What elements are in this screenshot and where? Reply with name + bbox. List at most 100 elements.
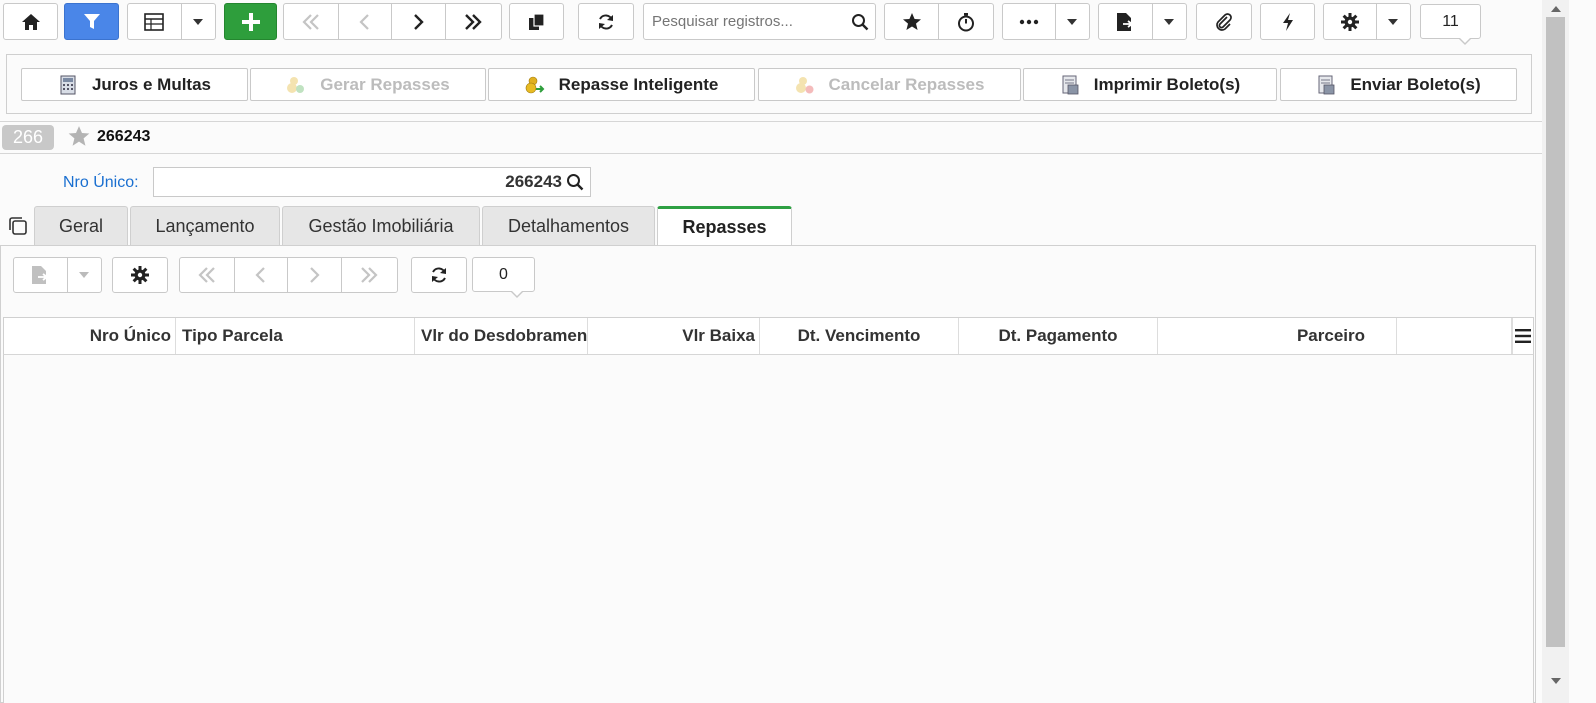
export-icon	[32, 266, 49, 284]
copy-tabs-icon[interactable]	[7, 215, 29, 237]
first-record-button[interactable]	[284, 4, 339, 39]
chevron-down-icon	[1067, 18, 1078, 25]
sub-refresh-button[interactable]	[411, 257, 467, 293]
actions-button[interactable]	[1260, 3, 1315, 40]
attachment-button[interactable]	[1196, 3, 1252, 40]
col-spacer	[1397, 318, 1512, 354]
record-favorite-star-icon[interactable]	[67, 125, 91, 148]
export-dropdown[interactable]	[1098, 3, 1187, 40]
search-icon[interactable]	[566, 173, 584, 191]
enviar-boleto-label: Enviar Boleto(s)	[1350, 74, 1481, 94]
refresh-icon	[432, 267, 446, 283]
more-button[interactable]	[1003, 4, 1056, 39]
col-vlr-desdobramento[interactable]: Vlr do Desdobramento	[415, 318, 588, 354]
record-id: 266243	[97, 128, 151, 145]
chevron-down-icon	[1388, 18, 1399, 25]
home-button[interactable]	[3, 3, 58, 40]
filter-icon	[83, 13, 100, 29]
scroll-up-arrow-icon[interactable]	[1551, 6, 1561, 12]
more-icon	[1019, 19, 1039, 24]
col-vlr-baixa[interactable]: Vlr Baixa	[588, 318, 760, 354]
gerar-repasses-button[interactable]: Gerar Repasses	[250, 68, 486, 101]
imprimir-boleto-button[interactable]: Imprimir Boleto(s)	[1023, 68, 1277, 101]
record-count: 11	[1442, 12, 1459, 30]
table-view-caret[interactable]	[182, 4, 215, 39]
grid-body	[3, 355, 1534, 703]
send-document-icon	[1318, 75, 1335, 94]
first-icon	[302, 13, 319, 30]
table-icon	[144, 12, 165, 31]
next-icon	[414, 13, 424, 30]
add-button[interactable]	[224, 3, 277, 40]
gear-icon	[1340, 12, 1359, 31]
coins-icon	[287, 76, 305, 93]
tab-lancamento[interactable]: Lançamento	[130, 206, 280, 245]
refresh-button[interactable]	[578, 3, 634, 40]
sub-export-caret[interactable]	[68, 258, 101, 292]
stopwatch-icon	[958, 12, 974, 31]
settings-caret[interactable]	[1377, 4, 1410, 39]
scroll-down-arrow-icon[interactable]	[1551, 678, 1561, 684]
search-input[interactable]	[650, 12, 840, 31]
col-vlr-desdobramento-label: Vlr do Desdobramento	[421, 326, 588, 345]
sub-export-dropdown[interactable]	[13, 257, 102, 293]
tab-detalhamentos[interactable]: Detalhamentos	[482, 206, 655, 245]
duplicate-button[interactable]	[509, 3, 564, 40]
sub-first-button[interactable]	[180, 258, 235, 292]
tab-detalhamentos-label: Detalhamentos	[507, 215, 630, 236]
col-parceiro[interactable]: Parceiro	[1158, 318, 1397, 354]
settings-dropdown[interactable]	[1323, 3, 1411, 40]
col-nro-unico[interactable]: Nro Único	[4, 318, 176, 354]
column-menu-button[interactable]	[1512, 318, 1533, 354]
scrollbar-thumb[interactable]	[1546, 17, 1565, 647]
sub-settings-button[interactable]	[112, 257, 168, 293]
sub-export-button[interactable]	[14, 258, 68, 292]
lightning-icon	[1282, 12, 1293, 31]
table-view-dropdown[interactable]	[127, 3, 216, 40]
col-dt-pagamento[interactable]: Dt. Pagamento	[959, 318, 1158, 354]
more-caret[interactable]	[1056, 4, 1089, 39]
more-dropdown[interactable]	[1002, 3, 1090, 40]
sub-last-button[interactable]	[342, 258, 397, 292]
sub-prev-button[interactable]	[235, 258, 289, 292]
table-view-button[interactable]	[128, 4, 182, 39]
last-record-button[interactable]	[446, 4, 501, 39]
repasse-inteligente-button[interactable]: Repasse Inteligente	[488, 68, 755, 101]
sub-navigation-group	[179, 257, 398, 293]
filter-button[interactable]	[64, 3, 119, 40]
juros-multas-button[interactable]: Juros e Multas	[21, 68, 248, 101]
gear-icon	[131, 266, 149, 284]
badge-pointer-fill	[1459, 37, 1471, 43]
sub-count-badge: 0	[472, 257, 535, 292]
col-dt-pagamento-label: Dt. Pagamento	[998, 326, 1118, 345]
export-button[interactable]	[1099, 4, 1153, 39]
export-caret[interactable]	[1153, 4, 1186, 39]
navigation-group	[283, 3, 502, 40]
prev-record-button[interactable]	[339, 4, 393, 39]
prev-icon	[359, 13, 369, 30]
next-icon	[310, 267, 320, 283]
settings-button[interactable]	[1324, 4, 1377, 39]
tab-repasses[interactable]: Repasses	[657, 206, 792, 246]
juros-multas-label: Juros e Multas	[91, 74, 212, 94]
enviar-boleto-button[interactable]: Enviar Boleto(s)	[1280, 68, 1517, 101]
sub-next-button[interactable]	[288, 258, 342, 292]
next-record-button[interactable]	[392, 4, 446, 39]
last-icon	[465, 13, 482, 30]
record-header-bar	[0, 121, 1542, 154]
tab-gestao-imobiliaria[interactable]: Gestão Imobiliária	[282, 206, 480, 245]
search-box[interactable]	[643, 3, 876, 40]
calculator-icon	[60, 75, 76, 94]
home-icon	[21, 13, 40, 30]
tab-geral[interactable]: Geral	[34, 206, 128, 245]
favorite-button[interactable]	[885, 4, 940, 39]
col-dt-vencimento[interactable]: Dt. Vencimento	[760, 318, 959, 354]
col-tipo-parcela[interactable]: Tipo Parcela	[176, 318, 415, 354]
nro-unico-field[interactable]: 266243	[153, 167, 591, 197]
chevron-down-icon	[193, 18, 204, 25]
sub-count: 0	[499, 265, 508, 283]
timer-button[interactable]	[939, 4, 993, 39]
search-icon[interactable]	[851, 13, 869, 31]
action-buttons-panel: Juros e Multas Gerar Repasses Repasse In…	[6, 54, 1532, 114]
cancelar-repasses-button[interactable]: Cancelar Repasses	[758, 68, 1021, 101]
